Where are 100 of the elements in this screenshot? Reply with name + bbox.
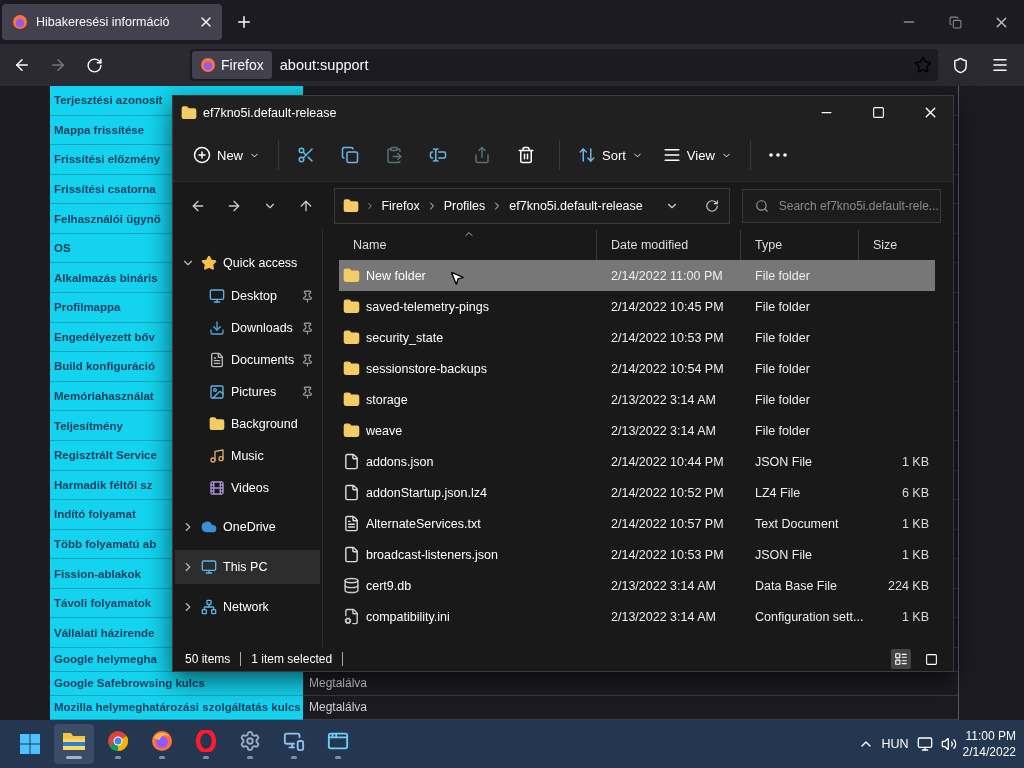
- chrome-icon[interactable]: [107, 729, 129, 752]
- nav-item[interactable]: This PC: [175, 550, 320, 584]
- file-row[interactable]: New folder 2/14/2022 11:00 PM File folder: [339, 260, 935, 291]
- sort-button[interactable]: Sort: [570, 137, 651, 173]
- file-name: New folder: [366, 268, 426, 283]
- film-icon: [209, 480, 225, 496]
- running-indicator: [66, 755, 82, 759]
- file-type: File folder: [754, 361, 811, 376]
- file-row[interactable]: saved-telemetry-pings 2/14/2022 10:45 PM File folder: [339, 291, 935, 322]
- row-value: Megtalálva: [309, 676, 368, 691]
- file-row[interactable]: cert9.db 2/13/2022 3:14 AM Data Base File 224 KB: [339, 570, 935, 601]
- file-type: Data Base File: [754, 578, 838, 593]
- more-icon: [768, 153, 787, 157]
- file-row[interactable]: storage 2/13/2022 3:14 AM File folder: [339, 384, 935, 415]
- file-row[interactable]: addons.json 2/14/2022 10:44 PM JSON File 1 KB: [339, 446, 935, 477]
- search-box[interactable]: Search ef7kno5i.default-rele...: [741, 189, 941, 223]
- file-type: File folder: [754, 268, 811, 283]
- new-tab-icon[interactable]: [235, 13, 253, 31]
- item-count: 50 items: [185, 652, 231, 666]
- file-row[interactable]: weave 2/13/2022 3:14 AM File folder: [339, 415, 935, 446]
- browser-tab[interactable]: Hibakeresési információ: [2, 4, 222, 40]
- folder-icon: [343, 329, 360, 346]
- database-icon: [343, 577, 360, 594]
- folder-icon: [343, 391, 360, 408]
- file-icon: [343, 484, 360, 501]
- file-row[interactable]: addonStartup.json.lz4 2/14/2022 10:52 PM LZ4 File 6 KB: [339, 477, 935, 508]
- copy-icon: [341, 146, 359, 164]
- network-icon[interactable]: [916, 736, 933, 752]
- file-row[interactable]: AlternateServices.txt 2/14/2022 10:57 PM Text Document 1 KB: [339, 508, 935, 539]
- opera-icon[interactable]: [195, 729, 217, 752]
- file-row[interactable]: security_state 2/14/2022 10:53 PM File folder: [339, 322, 935, 353]
- file-name: weave: [366, 423, 403, 438]
- file-row[interactable]: sessionstore-backups 2/14/2022 10:54 PM File folder: [339, 353, 935, 384]
- reload-icon[interactable]: [85, 56, 103, 74]
- url-field[interactable]: Firefox about:support: [190, 49, 938, 81]
- running-indicator: [159, 755, 165, 759]
- file-type: LZ4 File: [754, 485, 802, 500]
- language-indicator[interactable]: HUN: [881, 737, 909, 751]
- star-icon: [201, 255, 217, 271]
- row-value: Megtalálva: [309, 700, 368, 715]
- breadcrumb-item[interactable]: Firefox: [381, 199, 420, 213]
- file-name: addons.json: [366, 454, 434, 469]
- square-icon: [924, 652, 938, 666]
- folder-icon: [181, 104, 197, 121]
- file-size: 6 KB: [900, 485, 929, 500]
- file-type: JSON File: [754, 454, 813, 469]
- url-text: about:support: [279, 57, 370, 73]
- running-indicator: [115, 755, 121, 759]
- file-name: cert9.db: [366, 578, 412, 593]
- rename-icon: [429, 146, 447, 164]
- config-file-icon: [343, 608, 360, 625]
- search-icon: [754, 199, 769, 213]
- firefox-icon: [12, 14, 28, 30]
- file-size: 1 KB: [900, 547, 929, 562]
- maximize-icon[interactable]: [871, 106, 885, 119]
- file-type: File folder: [754, 392, 811, 407]
- file-date: 2/14/2022 10:53 PM: [610, 330, 725, 345]
- scissors-icon: [297, 146, 315, 164]
- breadcrumb-item[interactable]: Profiles: [443, 199, 486, 213]
- firefox-icon[interactable]: [151, 729, 173, 752]
- file-size: 1 KB: [900, 454, 929, 469]
- view-button[interactable]: View: [654, 137, 740, 173]
- volume-icon[interactable]: [940, 736, 957, 752]
- file-type: File folder: [754, 330, 811, 345]
- gear-icon[interactable]: [239, 729, 261, 752]
- file-size: 224 KB: [887, 578, 929, 593]
- restore-icon[interactable]: [948, 15, 962, 29]
- firefox-icon: [200, 57, 216, 73]
- clipboard-icon: [385, 146, 403, 164]
- plus-icon: [193, 146, 211, 164]
- identity-badge[interactable]: Firefox: [192, 51, 272, 79]
- clock[interactable]: 11:00 PM 2/14/2022: [962, 728, 1016, 760]
- lines-icon: [662, 146, 681, 164]
- address-bar[interactable]: Firefox Profiles ef7kno5i.default-release: [334, 188, 730, 224]
- menu-icon[interactable]: [991, 56, 1009, 74]
- file-date: 2/14/2022 10:57 PM: [610, 516, 725, 531]
- share-icon: [473, 146, 491, 164]
- music-icon: [209, 448, 225, 464]
- windows-logo-icon[interactable]: [19, 733, 41, 755]
- bookmark-star-icon[interactable]: [914, 56, 932, 74]
- back-icon[interactable]: [13, 56, 31, 74]
- picture-icon: [209, 384, 225, 400]
- details-view-button[interactable]: [891, 649, 911, 669]
- monitor-icon: [201, 559, 217, 575]
- search-field[interactable]: Search ef7kno5i.default-rele...: [776, 198, 940, 214]
- network-icon: [201, 599, 217, 615]
- column-header[interactable]: Size: [859, 230, 935, 260]
- download-icon: [209, 320, 225, 336]
- row-label: Mozilla helymeghatározási szolgáltatás kulcs: [50, 696, 303, 720]
- file-date: 2/13/2022 3:14 AM: [610, 392, 717, 407]
- file-type: JSON File: [754, 547, 813, 562]
- breadcrumb-item[interactable]: ef7kno5i.default-release: [509, 199, 643, 213]
- sort-icon: [578, 146, 596, 164]
- file-date: 2/14/2022 10:45 PM: [610, 299, 725, 314]
- file-row[interactable]: broadcast-listeners.json 2/14/2022 10:53 PM JSON File 1 KB: [339, 539, 935, 570]
- refresh-icon[interactable]: [704, 199, 719, 213]
- file-date: 2/13/2022 3:14 AM: [610, 609, 717, 624]
- file-size: 1 KB: [900, 516, 929, 531]
- file-row[interactable]: compatibility.ini 2/13/2022 3:14 AM Configuration sett... 1 KB: [339, 601, 935, 632]
- folder-icon: [343, 298, 360, 315]
